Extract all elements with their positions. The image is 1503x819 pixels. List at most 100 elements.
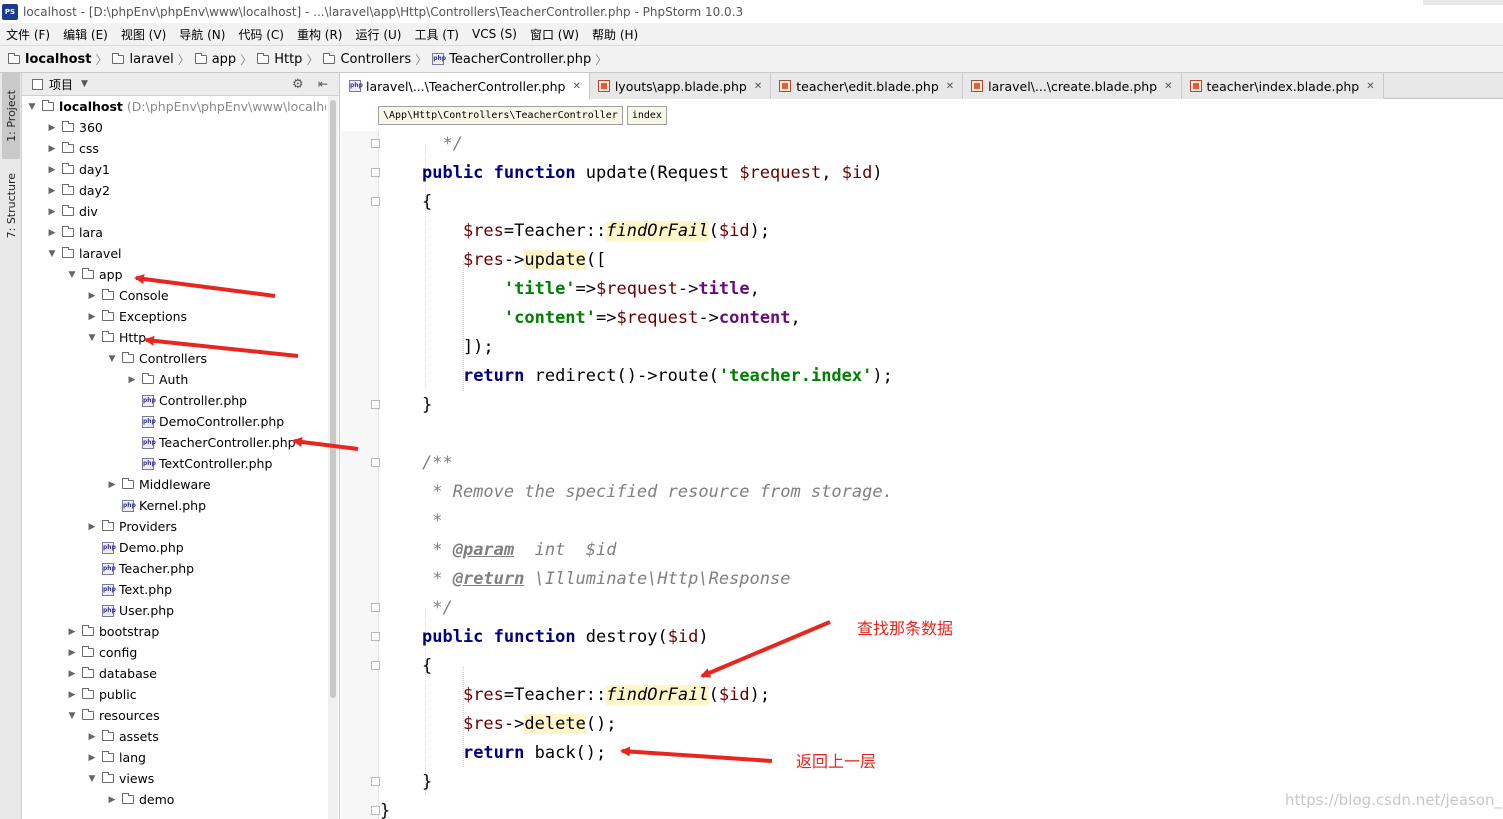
tree-item[interactable]: php Teacher.php (86, 558, 194, 579)
code-line[interactable]: $res =Teacher:: findOrFail($id); (422, 680, 770, 709)
chevron-right-icon[interactable]: ▶ (86, 753, 98, 763)
code-line[interactable]: return redirect()->route('teacher.index'… (422, 361, 893, 390)
code-line[interactable]: public function update(Request $request,… (422, 158, 883, 187)
menu-item[interactable]: 视图 (V) (121, 26, 166, 43)
project-tool-tab[interactable]: 1: Project (2, 73, 20, 159)
code-line[interactable]: } (422, 767, 432, 796)
chevron-right-icon[interactable]: ▶ (46, 144, 58, 154)
fold-marker-icon[interactable] (371, 458, 380, 467)
tree-item[interactable]: ▶ Console (86, 285, 169, 306)
fold-marker-icon[interactable] (371, 197, 380, 206)
fold-marker-icon[interactable] (371, 661, 380, 670)
fold-marker-icon[interactable] (371, 777, 380, 786)
chevron-down-icon[interactable]: ▼ (81, 79, 88, 89)
breadcrumb-item[interactable]: Controllers 〉 (323, 51, 432, 68)
code-line[interactable]: * @return \Illuminate\Http\Response (422, 564, 790, 593)
code-editor[interactable]: */ public function update(Request $reques… (380, 131, 1503, 819)
menu-item[interactable]: 编辑 (E) (63, 26, 108, 43)
tree-item[interactable]: php Controller.php (126, 390, 247, 411)
chevron-right-icon[interactable]: ▶ (106, 480, 118, 490)
menu-item[interactable]: 导航 (N) (179, 26, 225, 43)
code-line[interactable]: return back(); (422, 738, 606, 767)
tree-item[interactable]: ▼ Http (86, 327, 147, 348)
chevron-right-icon[interactable]: ▶ (86, 291, 98, 301)
code-line[interactable]: /** (422, 448, 453, 477)
code-line[interactable]: */ (422, 131, 462, 158)
editor-breadcrumb-item[interactable]: \App\Http\Controllers\TeacherController (378, 105, 623, 125)
code-line[interactable]: 'title' => $request -> title, (422, 274, 760, 303)
chevron-down-icon[interactable]: ▼ (26, 102, 38, 112)
project-tree-scrollbar[interactable] (328, 96, 338, 819)
tree-item[interactable]: ▶ day2 (46, 180, 110, 201)
chevron-right-icon[interactable]: ▶ (66, 669, 78, 679)
scrollbar-thumb[interactable] (330, 100, 336, 698)
tree-item[interactable]: ▶ Exceptions (86, 306, 188, 327)
chevron-down-icon[interactable]: ▼ (86, 774, 98, 784)
chevron-right-icon[interactable]: ▶ (86, 312, 98, 322)
fold-marker-icon[interactable] (371, 400, 380, 409)
tree-item[interactable]: ▼ resources (66, 705, 160, 726)
chevron-right-icon[interactable]: ▶ (66, 690, 78, 700)
menu-item[interactable]: 文件 (F) (6, 26, 50, 43)
code-line[interactable]: { (422, 187, 432, 216)
tree-item[interactable]: ▶ Middleware (106, 474, 211, 495)
code-line[interactable]: * Remove the specified resource from sto… (422, 477, 893, 506)
gear-icon[interactable]: ⚙ (292, 77, 304, 92)
chevron-down-icon[interactable]: ▼ (106, 354, 118, 364)
fold-marker-icon[interactable] (371, 632, 380, 641)
tree-item[interactable]: ▶ lara (46, 222, 103, 243)
code-line[interactable]: * @param int $id (422, 535, 616, 564)
tree-item[interactable]: ▶ lang (86, 747, 146, 768)
breadcrumb-item[interactable]: php TeacherController.php 〉 (432, 51, 612, 68)
menu-item[interactable]: 重构 (R) (297, 26, 343, 43)
editor-gutter[interactable] (341, 131, 380, 819)
chevron-right-icon[interactable]: ▶ (46, 186, 58, 196)
tree-item[interactable]: ▼ localhost(D:\phpEnv\phpEnv\www\localhos… (26, 96, 326, 117)
chevron-right-icon[interactable]: ▶ (46, 207, 58, 217)
close-icon[interactable]: ✕ (946, 81, 954, 92)
tree-item[interactable]: ▶ database (66, 663, 157, 684)
close-icon[interactable]: ✕ (754, 81, 762, 92)
menu-item[interactable]: 窗口 (W) (530, 26, 579, 43)
code-line[interactable]: ]); (422, 332, 494, 361)
code-line[interactable]: $res -> delete (); (422, 709, 617, 738)
code-line[interactable]: } (422, 390, 432, 419)
tree-item[interactable]: php User.php (86, 600, 174, 621)
editor-tab[interactable]: laravel\...\create.blade.php ✕ (963, 73, 1182, 99)
code-line[interactable]: public function destroy($id) (422, 622, 709, 651)
tree-item[interactable]: ▼ laravel (46, 243, 122, 264)
hide-panel-icon[interactable]: ⇤ (318, 77, 328, 91)
fold-marker-icon[interactable] (371, 139, 380, 148)
fold-marker-icon[interactable] (371, 168, 380, 177)
tree-item[interactable]: ▼ app (66, 264, 123, 285)
structure-tool-tab[interactable]: 7: Structure (2, 163, 20, 249)
close-icon[interactable]: ✕ (572, 81, 580, 92)
code-line[interactable]: * (422, 506, 442, 535)
chevron-right-icon[interactable]: ▶ (106, 795, 118, 805)
code-line[interactable]: 'content' => $request -> content, (422, 303, 801, 332)
chevron-down-icon[interactable]: ▼ (86, 333, 98, 343)
tree-item[interactable]: php Text.php (86, 579, 172, 600)
chevron-down-icon[interactable]: ▼ (66, 270, 78, 280)
tree-item[interactable]: ▶ public (66, 684, 137, 705)
close-icon[interactable]: ✕ (1366, 81, 1374, 92)
tree-item[interactable]: ▶ Providers (86, 516, 177, 537)
chevron-down-icon[interactable]: ▼ (46, 249, 58, 259)
tree-item[interactable]: ▼ Controllers (106, 348, 207, 369)
tree-item[interactable]: ▶ config (66, 642, 138, 663)
code-line[interactable]: { (422, 651, 432, 680)
breadcrumb-item[interactable]: app 〉 (194, 51, 258, 68)
chevron-down-icon[interactable]: ▼ (66, 711, 78, 721)
code-line[interactable]: $res =Teacher:: findOrFail($id); (422, 216, 770, 245)
menu-item[interactable]: 代码 (C) (238, 26, 284, 43)
menu-item[interactable]: 工具 (T) (414, 26, 459, 43)
code-line[interactable]: $res -> update([ (422, 245, 606, 274)
chevron-right-icon[interactable]: ▶ (126, 375, 138, 385)
chevron-right-icon[interactable]: ▶ (46, 165, 58, 175)
close-icon[interactable]: ✕ (1164, 81, 1172, 92)
tree-item[interactable]: ▶ 360 (46, 117, 103, 138)
tree-item[interactable]: ▶ demo (106, 789, 175, 810)
code-line[interactable]: */ (422, 593, 452, 622)
chevron-right-icon[interactable]: ▶ (46, 123, 58, 133)
editor-tab[interactable]: lyouts\app.blade.php ✕ (589, 73, 772, 99)
